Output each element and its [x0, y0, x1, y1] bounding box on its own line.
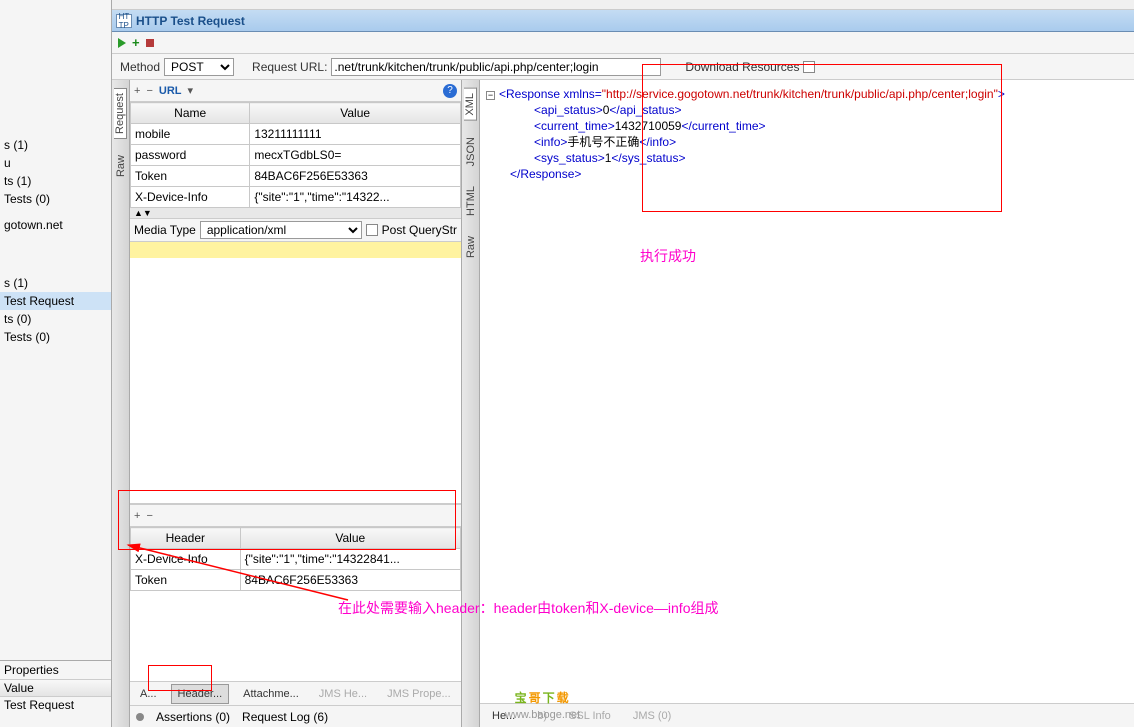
- param-name[interactable]: Token: [131, 166, 250, 187]
- col-name: Name: [131, 103, 250, 124]
- tree-item[interactable]: ts (1): [0, 172, 111, 190]
- vtab-raw[interactable]: Raw: [465, 232, 477, 262]
- watermark: 宝哥下载 www.baoge.net: [505, 681, 580, 721]
- vtab-html[interactable]: HTML: [465, 182, 477, 220]
- toolbar: +: [112, 32, 1134, 54]
- param-value[interactable]: 84BAC6F256E53363: [250, 166, 461, 187]
- method-label: Method: [120, 60, 160, 74]
- media-select[interactable]: application/xml: [200, 221, 362, 239]
- vtab-request[interactable]: Request: [114, 88, 127, 139]
- col-hvalue: Value: [240, 528, 460, 549]
- header-value[interactable]: {"site":"1","time":"14322841...: [240, 549, 460, 570]
- tree-item[interactable]: Tests (0): [0, 190, 111, 208]
- add-icon[interactable]: +: [132, 35, 140, 50]
- response-xml[interactable]: −<Response xmlns="http://service.gogotow…: [480, 80, 1134, 703]
- tab-jms[interactable]: JMS (0): [627, 707, 678, 725]
- post-query-label: Post QueryStr: [382, 223, 457, 237]
- header-toolbar: + −: [130, 505, 461, 527]
- request-toolbar: + − URL ▾ ?: [130, 80, 461, 102]
- run-icon[interactable]: [118, 38, 126, 48]
- scroll-indicator: ▲▼: [130, 208, 461, 218]
- method-row: Method POST Request URL: Download Resour…: [112, 54, 1134, 80]
- response-vtabs: XML JSON HTML Raw: [462, 80, 480, 727]
- param-value[interactable]: mecxTGdbLS0=: [250, 145, 461, 166]
- col-header: Header: [131, 528, 241, 549]
- param-name[interactable]: password: [131, 145, 250, 166]
- url-icon[interactable]: URL: [159, 85, 182, 97]
- media-label: Media Type: [134, 223, 196, 237]
- param-name[interactable]: X-Device-Info: [131, 187, 250, 208]
- assertions-row: Assertions (0) Request Log (6): [130, 705, 461, 727]
- properties-title: Properties: [0, 661, 111, 679]
- assertions-label[interactable]: Assertions (0): [156, 710, 230, 724]
- remove-param-icon[interactable]: −: [146, 85, 152, 97]
- properties-value: Test Request: [0, 697, 111, 713]
- tree-item[interactable]: Tests (0): [0, 328, 111, 346]
- dropdown-icon[interactable]: ▾: [187, 84, 193, 97]
- request-body-area[interactable]: [130, 242, 461, 504]
- method-select[interactable]: POST: [164, 58, 234, 76]
- header-value[interactable]: 84BAC6F256E53363: [240, 570, 460, 591]
- request-log-label[interactable]: Request Log (6): [242, 710, 328, 724]
- tree-item-selected[interactable]: Test Request: [0, 292, 111, 310]
- http-icon: HTTP: [116, 14, 132, 28]
- help-icon[interactable]: ?: [443, 84, 457, 98]
- tree-item[interactable]: s (1): [0, 274, 111, 292]
- tab-jms-props[interactable]: JMS Prope...: [381, 685, 457, 703]
- param-value[interactable]: {"site":"1","time":"14322...: [250, 187, 461, 208]
- headers-table: HeaderValue X-Device-Info{"site":"1","ti…: [130, 527, 461, 591]
- stop-icon[interactable]: [146, 39, 154, 47]
- media-type-row: Media Type application/xml Post QueryStr: [130, 218, 461, 242]
- vtab-xml[interactable]: XML: [464, 88, 477, 121]
- collapse-icon[interactable]: −: [486, 91, 495, 100]
- url-label: Request URL:: [252, 60, 327, 74]
- properties-panel: Properties Value Test Request: [0, 660, 111, 727]
- add-param-icon[interactable]: +: [134, 85, 140, 97]
- param-name[interactable]: mobile: [131, 124, 250, 145]
- url-input[interactable]: [331, 58, 661, 76]
- tab-headers[interactable]: Header...: [171, 684, 230, 704]
- download-label: Download Resources: [685, 60, 799, 74]
- col-value: Value: [250, 103, 461, 124]
- window-title: HTTP Test Request: [136, 14, 245, 28]
- header-name[interactable]: Token: [131, 570, 241, 591]
- tab-attachments[interactable]: Attachme...: [237, 685, 305, 703]
- tree-item[interactable]: u: [0, 154, 111, 172]
- dot-icon: [136, 713, 144, 721]
- request-vtabs: Request Raw: [112, 80, 130, 727]
- tab-jms-headers[interactable]: JMS He...: [313, 685, 373, 703]
- download-checkbox[interactable]: [803, 61, 815, 73]
- vtab-raw[interactable]: Raw: [115, 151, 127, 181]
- tree-item[interactable]: gotown.net: [0, 216, 111, 234]
- vtab-json[interactable]: JSON: [465, 133, 477, 170]
- add-header-icon[interactable]: +: [134, 510, 140, 522]
- tree-item[interactable]: s (1): [0, 136, 111, 154]
- param-value[interactable]: 13211111111: [250, 124, 461, 145]
- post-query-checkbox[interactable]: [366, 224, 378, 236]
- tree-item[interactable]: ts (0): [0, 310, 111, 328]
- request-bottom-tabs: A... Header... Attachme... JMS He... JMS…: [130, 681, 461, 705]
- header-name[interactable]: X-Device-Info: [131, 549, 241, 570]
- properties-col: Value: [0, 679, 111, 697]
- remove-header-icon[interactable]: −: [146, 510, 152, 522]
- title-bar: HTTP HTTP Test Request: [112, 10, 1134, 32]
- left-sidebar: s (1) u ts (1) Tests (0) gotown.net s (1…: [0, 0, 112, 727]
- tab-a[interactable]: A...: [134, 685, 163, 703]
- params-table: NameValue mobile13211111111 passwordmecx…: [130, 102, 461, 208]
